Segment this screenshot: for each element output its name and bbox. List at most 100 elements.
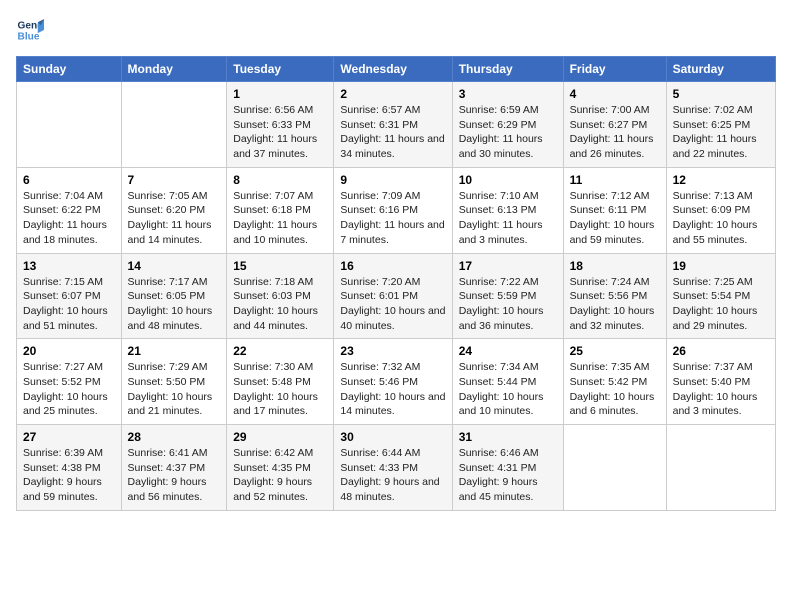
cell-info: Sunrise: 7:34 AMSunset: 5:44 PMDaylight:…	[459, 360, 557, 419]
cell-info: Sunrise: 7:10 AMSunset: 6:13 PMDaylight:…	[459, 189, 557, 248]
cell-info: Sunrise: 7:37 AMSunset: 5:40 PMDaylight:…	[673, 360, 769, 419]
week-row-2: 6Sunrise: 7:04 AMSunset: 6:22 PMDaylight…	[17, 167, 776, 253]
cell-info: Sunrise: 7:02 AMSunset: 6:25 PMDaylight:…	[673, 103, 769, 162]
cell-day-number: 9	[340, 173, 445, 187]
cell-info: Sunrise: 7:30 AMSunset: 5:48 PMDaylight:…	[233, 360, 327, 419]
calendar-cell: 10 Sunrise: 7:10 AMSunset: 6:13 PMDayligh…	[452, 167, 563, 253]
cell-day-number: 20	[23, 344, 115, 358]
calendar-cell: 5 Sunrise: 7:02 AMSunset: 6:25 PMDaylight…	[666, 82, 775, 168]
logo-icon: General Blue	[16, 16, 44, 44]
cell-day-number: 18	[570, 259, 660, 273]
cell-day-number: 30	[340, 430, 445, 444]
cell-info: Sunrise: 7:15 AMSunset: 6:07 PMDaylight:…	[23, 275, 115, 334]
column-header-wednesday: Wednesday	[334, 57, 452, 82]
calendar-cell: 16 Sunrise: 7:20 AMSunset: 6:01 PMDayligh…	[334, 253, 452, 339]
header-row: SundayMondayTuesdayWednesdayThursdayFrid…	[17, 57, 776, 82]
cell-day-number: 12	[673, 173, 769, 187]
calendar-cell: 24 Sunrise: 7:34 AMSunset: 5:44 PMDayligh…	[452, 339, 563, 425]
cell-info: Sunrise: 7:27 AMSunset: 5:52 PMDaylight:…	[23, 360, 115, 419]
calendar-cell: 26Sunrise: 7:37 AMSunset: 5:40 PMDayligh…	[666, 339, 775, 425]
column-header-monday: Monday	[121, 57, 227, 82]
cell-day-number: 24	[459, 344, 557, 358]
calendar-cell: 3Sunrise: 6:59 AMSunset: 6:29 PMDaylight…	[452, 82, 563, 168]
svg-text:Blue: Blue	[18, 31, 40, 42]
calendar-cell: 9 Sunrise: 7:09 AMSunset: 6:16 PMDaylight…	[334, 167, 452, 253]
calendar-cell	[666, 425, 775, 511]
calendar-cell: 20 Sunrise: 7:27 AMSunset: 5:52 PMDayligh…	[17, 339, 122, 425]
calendar-cell: 4 Sunrise: 7:00 AMSunset: 6:27 PMDaylight…	[563, 82, 666, 168]
cell-day-number: 19	[673, 259, 769, 273]
calendar-cell: 29Sunrise: 6:42 AMSunset: 4:35 PMDayligh…	[227, 425, 334, 511]
calendar-cell: 28 Sunrise: 6:41 AMSunset: 4:37 PMDayligh…	[121, 425, 227, 511]
cell-info: Sunrise: 7:13 AMSunset: 6:09 PMDaylight:…	[673, 189, 769, 248]
cell-day-number: 1	[233, 87, 327, 101]
calendar-cell: 15 Sunrise: 7:18 AMSunset: 6:03 PMDayligh…	[227, 253, 334, 339]
cell-day-number: 28	[128, 430, 221, 444]
cell-info: Sunrise: 6:41 AMSunset: 4:37 PMDaylight:…	[128, 446, 221, 505]
cell-day-number: 22	[233, 344, 327, 358]
calendar-cell: 2Sunrise: 6:57 AMSunset: 6:31 PMDaylight…	[334, 82, 452, 168]
cell-day-number: 8	[233, 173, 327, 187]
cell-info: Sunrise: 7:05 AMSunset: 6:20 PMDaylight:…	[128, 189, 221, 248]
cell-info: Sunrise: 6:39 AMSunset: 4:38 PMDaylight:…	[23, 446, 115, 505]
cell-day-number: 27	[23, 430, 115, 444]
column-header-thursday: Thursday	[452, 57, 563, 82]
cell-day-number: 4	[570, 87, 660, 101]
cell-info: Sunrise: 6:56 AMSunset: 6:33 PMDaylight:…	[233, 103, 327, 162]
calendar-cell: 21Sunrise: 7:29 AMSunset: 5:50 PMDayligh…	[121, 339, 227, 425]
cell-info: Sunrise: 7:07 AMSunset: 6:18 PMDaylight:…	[233, 189, 327, 248]
calendar-cell: 30 Sunrise: 6:44 AMSunset: 4:33 PMDayligh…	[334, 425, 452, 511]
calendar-cell	[563, 425, 666, 511]
cell-info: Sunrise: 7:00 AMSunset: 6:27 PMDaylight:…	[570, 103, 660, 162]
calendar-cell: 11 Sunrise: 7:12 AMSunset: 6:11 PMDayligh…	[563, 167, 666, 253]
calendar-cell: 18 Sunrise: 7:24 AMSunset: 5:56 PMDayligh…	[563, 253, 666, 339]
cell-info: Sunrise: 6:42 AMSunset: 4:35 PMDaylight:…	[233, 446, 327, 505]
cell-info: Sunrise: 7:09 AMSunset: 6:16 PMDaylight:…	[340, 189, 445, 248]
calendar-cell: 7 Sunrise: 7:05 AMSunset: 6:20 PMDaylight…	[121, 167, 227, 253]
calendar-cell: 13Sunrise: 7:15 AMSunset: 6:07 PMDayligh…	[17, 253, 122, 339]
calendar-cell: 8 Sunrise: 7:07 AMSunset: 6:18 PMDaylight…	[227, 167, 334, 253]
cell-info: Sunrise: 7:24 AMSunset: 5:56 PMDaylight:…	[570, 275, 660, 334]
calendar-cell: 1 Sunrise: 6:56 AMSunset: 6:33 PMDaylight…	[227, 82, 334, 168]
calendar-table: SundayMondayTuesdayWednesdayThursdayFrid…	[16, 56, 776, 511]
cell-info: Sunrise: 7:32 AMSunset: 5:46 PMDaylight:…	[340, 360, 445, 419]
cell-day-number: 11	[570, 173, 660, 187]
cell-info: Sunrise: 7:29 AMSunset: 5:50 PMDaylight:…	[128, 360, 221, 419]
cell-day-number: 7	[128, 173, 221, 187]
cell-day-number: 2	[340, 87, 445, 101]
cell-info: Sunrise: 7:20 AMSunset: 6:01 PMDaylight:…	[340, 275, 445, 334]
calendar-cell: 27 Sunrise: 6:39 AMSunset: 4:38 PMDayligh…	[17, 425, 122, 511]
cell-info: Sunrise: 7:12 AMSunset: 6:11 PMDaylight:…	[570, 189, 660, 248]
page-header: General Blue	[16, 16, 776, 44]
cell-info: Sunrise: 7:22 AMSunset: 5:59 PMDaylight:…	[459, 275, 557, 334]
calendar-cell: 17 Sunrise: 7:22 AMSunset: 5:59 PMDayligh…	[452, 253, 563, 339]
calendar-cell	[121, 82, 227, 168]
column-header-friday: Friday	[563, 57, 666, 82]
cell-day-number: 25	[570, 344, 660, 358]
cell-info: Sunrise: 7:25 AMSunset: 5:54 PMDaylight:…	[673, 275, 769, 334]
cell-info: Sunrise: 7:35 AMSunset: 5:42 PMDaylight:…	[570, 360, 660, 419]
logo: General Blue	[16, 16, 44, 44]
cell-day-number: 14	[128, 259, 221, 273]
column-header-sunday: Sunday	[17, 57, 122, 82]
calendar-cell: 23Sunrise: 7:32 AMSunset: 5:46 PMDayligh…	[334, 339, 452, 425]
calendar-cell: 19 Sunrise: 7:25 AMSunset: 5:54 PMDayligh…	[666, 253, 775, 339]
cell-day-number: 10	[459, 173, 557, 187]
cell-day-number: 15	[233, 259, 327, 273]
cell-info: Sunrise: 6:44 AMSunset: 4:33 PMDaylight:…	[340, 446, 445, 505]
calendar-cell: 6Sunrise: 7:04 AMSunset: 6:22 PMDaylight…	[17, 167, 122, 253]
calendar-cell: 25 Sunrise: 7:35 AMSunset: 5:42 PMDayligh…	[563, 339, 666, 425]
cell-info: Sunrise: 7:18 AMSunset: 6:03 PMDaylight:…	[233, 275, 327, 334]
week-row-3: 13Sunrise: 7:15 AMSunset: 6:07 PMDayligh…	[17, 253, 776, 339]
cell-day-number: 31	[459, 430, 557, 444]
cell-info: Sunrise: 6:46 AMSunset: 4:31 PMDaylight:…	[459, 446, 557, 505]
calendar-cell: 14 Sunrise: 7:17 AMSunset: 6:05 PMDayligh…	[121, 253, 227, 339]
cell-day-number: 17	[459, 259, 557, 273]
calendar-cell: 22 Sunrise: 7:30 AMSunset: 5:48 PMDayligh…	[227, 339, 334, 425]
cell-day-number: 5	[673, 87, 769, 101]
cell-info: Sunrise: 7:17 AMSunset: 6:05 PMDaylight:…	[128, 275, 221, 334]
cell-day-number: 16	[340, 259, 445, 273]
calendar-cell	[17, 82, 122, 168]
column-header-tuesday: Tuesday	[227, 57, 334, 82]
week-row-5: 27 Sunrise: 6:39 AMSunset: 4:38 PMDayligh…	[17, 425, 776, 511]
